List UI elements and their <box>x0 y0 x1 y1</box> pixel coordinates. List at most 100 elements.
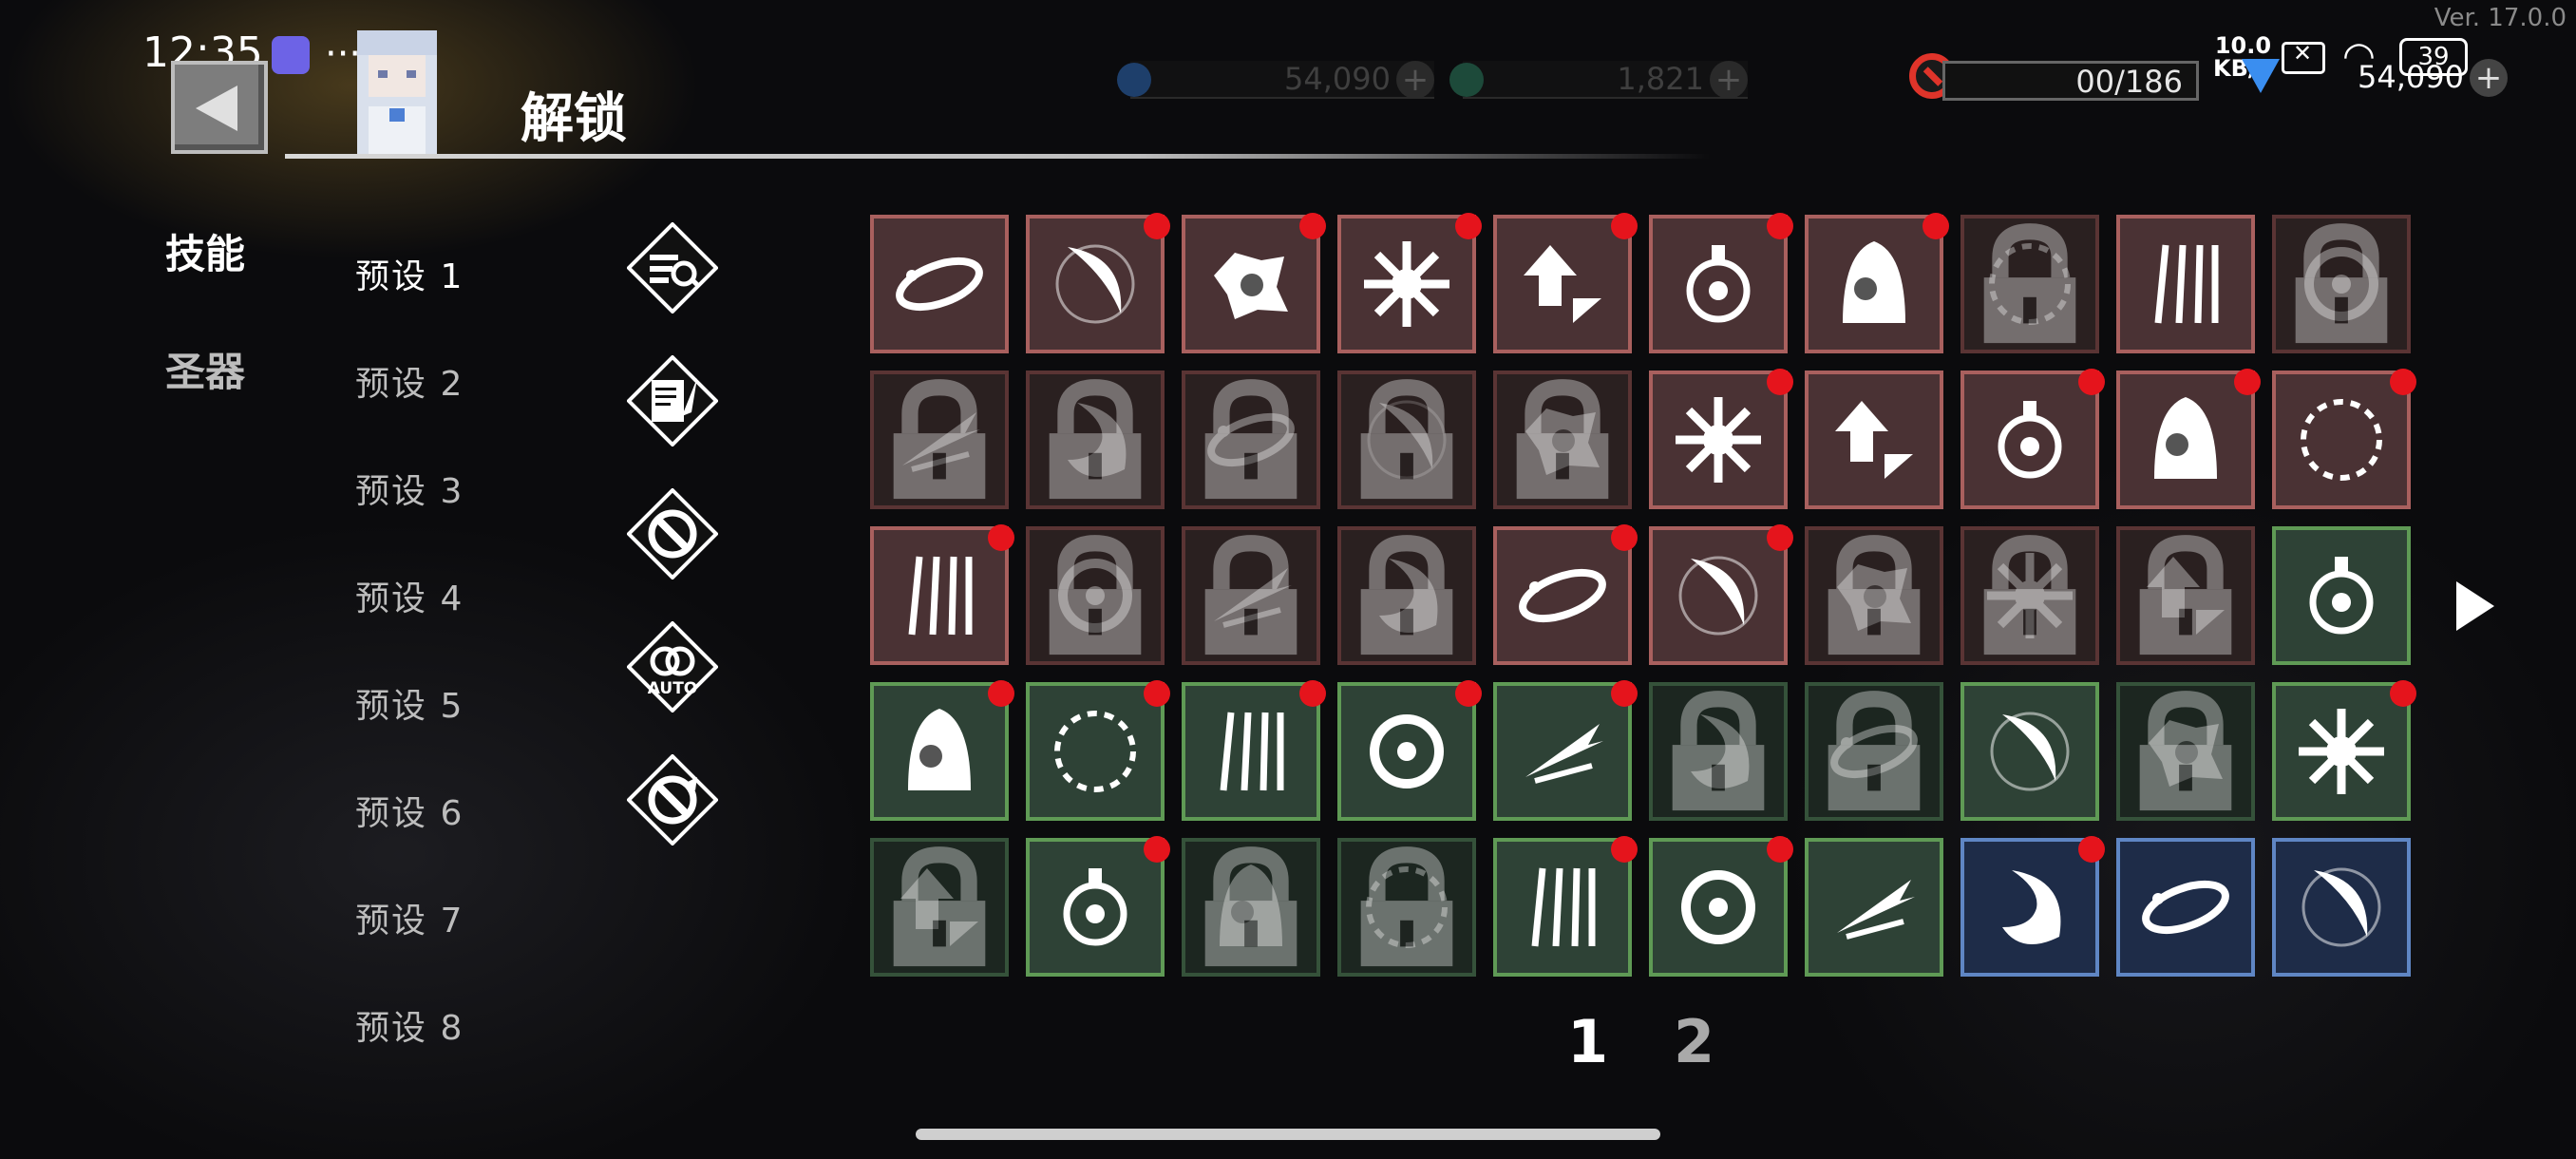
notification-dot <box>1455 680 1482 707</box>
skill-slot[interactable] <box>1960 526 2099 665</box>
skill-slot[interactable] <box>2116 526 2255 665</box>
preset-item[interactable]: 预设 8 <box>355 1000 464 1050</box>
preset-item[interactable]: 预设 6 <box>355 786 464 835</box>
skill-slot[interactable] <box>1805 838 1943 977</box>
notification-dot <box>1611 213 1638 239</box>
skill-slot[interactable] <box>1182 680 1326 821</box>
skill-slot[interactable] <box>1182 526 1320 665</box>
skill-slot[interactable] <box>1026 836 1170 977</box>
skill-slot[interactable] <box>2272 526 2411 665</box>
skill-icon <box>1370 714 1444 788</box>
skill-slot[interactable] <box>2272 369 2416 509</box>
skill-slot[interactable] <box>1337 370 1476 509</box>
skill-slot[interactable] <box>1649 836 1793 977</box>
skill-slot[interactable] <box>1960 682 2099 821</box>
skill-slot[interactable] <box>870 215 1009 353</box>
skill-slot[interactable] <box>1493 680 1638 821</box>
skill-slot[interactable] <box>1649 213 1793 353</box>
skill-slot[interactable] <box>1805 682 1943 821</box>
preset-item[interactable]: 预设 3 <box>355 464 464 513</box>
skill-slot[interactable] <box>870 370 1009 509</box>
skill-slot[interactable] <box>1026 213 1170 353</box>
preset-item[interactable]: 预设 1 <box>355 249 464 298</box>
gem-add-button[interactable]: + <box>1396 61 1434 99</box>
search-list-icon[interactable] <box>627 222 718 314</box>
skill-slot[interactable] <box>1337 838 1476 977</box>
scroll-quill-icon[interactable] <box>627 355 718 446</box>
page-1-button[interactable]: 1 <box>1567 1007 1608 1076</box>
net-speed-value: 10.0 <box>2214 32 2272 59</box>
skill-slot[interactable] <box>1649 369 1793 509</box>
skill-slot[interactable] <box>1026 526 1165 665</box>
notification-dot <box>1611 524 1638 551</box>
skill-slot[interactable] <box>2272 680 2416 821</box>
coin-add-button[interactable]: + <box>1710 61 1748 99</box>
skill-icon <box>2142 880 2229 935</box>
skill-slot[interactable] <box>1493 370 1632 509</box>
skill-slot[interactable] <box>1493 836 1638 977</box>
skill-slot[interactable] <box>1960 369 2105 509</box>
skill-icon <box>1678 556 1758 636</box>
lock-icon <box>893 379 986 500</box>
preset-item[interactable]: 预设 7 <box>355 893 464 942</box>
coin-count: 1,821 <box>1617 61 1704 97</box>
home-indicator[interactable] <box>916 1129 1660 1140</box>
skill-slot[interactable] <box>2116 682 2255 821</box>
notification-dot <box>988 524 1014 551</box>
notification-dot <box>1144 213 1170 239</box>
next-page-arrow-icon[interactable] <box>2456 581 2494 631</box>
skill-slot[interactable] <box>1337 680 1482 821</box>
skill-icon <box>1998 401 2062 479</box>
tab-artifacts[interactable]: 圣器 <box>165 340 245 398</box>
skill-slot[interactable] <box>1026 370 1165 509</box>
skill-slot[interactable] <box>1960 215 2099 353</box>
lock-icon <box>1360 535 1453 656</box>
skill-icon <box>908 556 973 636</box>
skill-slot[interactable] <box>1337 526 1476 665</box>
skill-slot[interactable] <box>1493 213 1638 353</box>
page-2-button[interactable]: 2 <box>1674 1007 1714 1076</box>
skill-slot[interactable] <box>2272 215 2411 353</box>
skill-slot[interactable] <box>1805 213 1949 353</box>
back-button[interactable] <box>171 61 268 154</box>
skill-slot[interactable] <box>1649 524 1793 665</box>
skill-slot[interactable] <box>1649 682 1788 821</box>
skill-slot[interactable] <box>1182 213 1326 353</box>
skill-slot[interactable] <box>1182 838 1320 977</box>
preset-item[interactable]: 预设 2 <box>355 356 464 406</box>
lock-icon <box>1672 691 1765 811</box>
gem-count: 54,090 <box>1284 61 1391 97</box>
skill-slot[interactable] <box>1026 680 1170 821</box>
skill-slot[interactable] <box>1337 213 1482 353</box>
auto-icon[interactable]: AUTO <box>627 621 718 712</box>
skill-icon <box>1063 868 1127 946</box>
skill-slot[interactable] <box>1805 370 1943 509</box>
lock-icon <box>2295 223 2388 344</box>
lock-icon <box>1828 691 1921 811</box>
lock-icon <box>1983 535 2076 656</box>
coin-resource: 1,821 + <box>1449 61 1748 99</box>
tab-skills[interactable]: 技能 <box>165 222 245 280</box>
skill-slot[interactable] <box>2272 838 2411 977</box>
refresh-icon[interactable] <box>627 754 718 846</box>
skill-slot[interactable] <box>870 524 1014 665</box>
notification-dot <box>1767 213 1793 239</box>
preset-item[interactable]: 预设 4 <box>355 571 464 620</box>
diamond-add-button[interactable]: + <box>2470 59 2508 97</box>
skill-slot[interactable] <box>2116 369 2261 509</box>
ban-icon[interactable] <box>627 488 718 580</box>
notification-dot <box>2390 680 2416 707</box>
skill-slot[interactable] <box>1960 836 2105 977</box>
diamond-icon <box>2242 59 2280 93</box>
skill-slot[interactable] <box>870 680 1014 821</box>
skill-slot[interactable] <box>1805 526 1943 665</box>
skill-slot[interactable] <box>870 838 1009 977</box>
skill-icon <box>1519 568 1606 623</box>
skill-slot[interactable] <box>1182 370 1320 509</box>
app-notification-icon <box>272 36 310 74</box>
skill-slot[interactable] <box>2116 838 2255 977</box>
preset-item[interactable]: 预设 5 <box>355 678 464 728</box>
skill-slot[interactable] <box>1493 524 1638 665</box>
skill-icon <box>2154 397 2217 479</box>
skill-slot[interactable] <box>2116 215 2255 353</box>
